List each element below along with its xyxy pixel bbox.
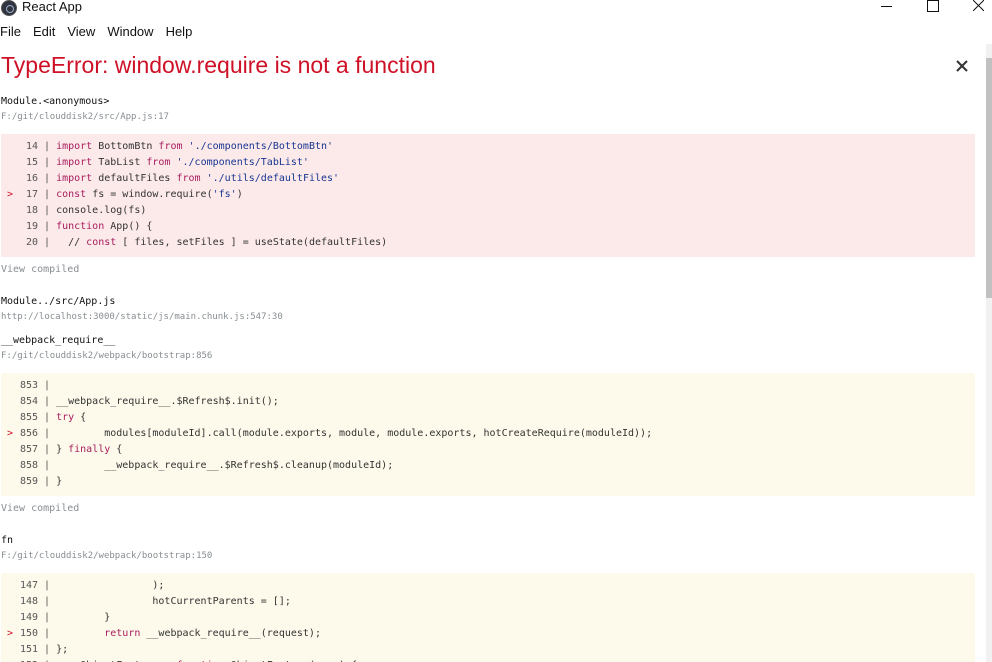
stack-frame-function: __webpack_require__: [1, 335, 116, 346]
line-number: 151: [19, 644, 38, 655]
menu-bar: File Edit View Window Help: [0, 24, 204, 42]
code-text: import defaultFiles from './utils/defaul…: [56, 173, 340, 184]
code-text: const fs = window.require('fs'): [56, 189, 243, 200]
menu-file[interactable]: File: [0, 24, 21, 42]
code-line: >17 | const fs = window.require('fs'): [1, 187, 975, 203]
menu-help[interactable]: Help: [166, 24, 193, 42]
code-text: } finally {: [56, 444, 123, 455]
code-line: 151 | };: [1, 642, 975, 658]
title-bar: React App: [0, 0, 992, 17]
line-number: 858: [19, 460, 38, 471]
view-compiled-link[interactable]: View compiled: [1, 503, 79, 514]
line-number: 152: [1, 658, 38, 662]
line-number: 14: [25, 141, 38, 152]
vertical-scrollbar[interactable]: [986, 44, 992, 662]
code-line: >856 | modules[moduleId].call(module.exp…: [1, 426, 975, 442]
line-number: 16: [25, 173, 38, 184]
code-text: hotCurrentParents = [];: [56, 596, 291, 607]
code-text: return __webpack_require__(request);: [104, 628, 321, 639]
code-line: 16 | import defaultFiles from './utils/d…: [1, 171, 975, 187]
code-snippet: 147 | ); 148 | hotCurrentParents = []; 149…: [1, 573, 975, 662]
code-line: 858 | __webpack_require__.$Refresh$.clea…: [1, 458, 975, 474]
menu-view[interactable]: View: [67, 24, 95, 42]
line-number: 147: [19, 580, 38, 591]
code-line: 19 | function App() {: [1, 219, 975, 235]
line-number: 855: [19, 412, 38, 423]
code-line: 15 | import TabList from './components/T…: [1, 155, 975, 171]
view-compiled-link[interactable]: View compiled: [1, 264, 79, 275]
highlight-marker: >: [7, 189, 14, 200]
code-line: 859 | }: [1, 474, 975, 490]
window-title: React App: [22, 0, 82, 14]
dismiss-error-button[interactable]: [954, 57, 970, 73]
line-number: 854: [19, 396, 38, 407]
stack-frame-location[interactable]: F:/git/clouddisk2/webpack/bootstrap:856: [1, 351, 212, 361]
error-overlay: TypeError: window.require is not a funct…: [0, 44, 986, 662]
menu-window[interactable]: Window: [107, 24, 153, 42]
highlight-marker: >: [7, 428, 14, 439]
code-text: __webpack_require__.$Refresh$.cleanup(mo…: [56, 460, 394, 471]
code-text: import BottomBtn from './components/Bott…: [56, 141, 334, 152]
code-line: 853 |: [1, 378, 975, 394]
line-number: 149: [19, 612, 38, 623]
electron-app-icon: [1, 0, 17, 16]
code-text: function App() {: [56, 221, 153, 232]
code-line: 152 | var ObjectFactory = function Objec…: [1, 658, 975, 662]
code-line: 20 | // const [ files, setFiles ] = useS…: [1, 235, 975, 251]
stack-frame-location[interactable]: http://localhost:3000/static/js/main.chu…: [1, 312, 283, 322]
code-text: console.log(fs): [56, 205, 147, 216]
stack-frame-function: Module../src/App.js: [1, 296, 116, 307]
code-line: 147 | );: [1, 578, 975, 594]
code-text: }: [56, 476, 63, 487]
code-line: 148 | hotCurrentParents = [];: [1, 594, 975, 610]
maximize-button[interactable]: [920, 0, 944, 18]
stack-frame-function: fn: [1, 535, 14, 546]
code-text: };: [56, 644, 69, 655]
code-line: 857 | } finally {: [1, 442, 975, 458]
code-line: 149 | }: [1, 610, 975, 626]
code-line: 18 | console.log(fs): [1, 203, 975, 219]
menu-edit[interactable]: Edit: [33, 24, 55, 42]
window-close-button[interactable]: [966, 0, 990, 18]
stack-frame-function: Module.<anonymous>: [1, 96, 110, 107]
code-text: try {: [56, 412, 87, 423]
code-text: import TabList from './components/TabLis…: [56, 157, 309, 168]
line-number: 15: [25, 157, 38, 168]
code-line: 855 | try {: [1, 410, 975, 426]
code-line: 854 | __webpack_require__.$Refresh$.init…: [1, 394, 975, 410]
error-title: TypeError: window.require is not a funct…: [1, 52, 436, 78]
close-icon: [973, 0, 984, 11]
code-line: 14 | import BottomBtn from './components…: [1, 139, 975, 155]
stack-frame-location[interactable]: F:/git/clouddisk2/webpack/bootstrap:150: [1, 551, 212, 561]
line-number: 859: [19, 476, 38, 487]
code-line: >150 | return __webpack_require__(reques…: [1, 626, 975, 642]
code-text: modules[moduleId].call(module.exports, m…: [56, 428, 653, 439]
code-text: __webpack_require__.$Refresh$.init();: [56, 396, 279, 407]
line-number: 853: [19, 380, 38, 391]
line-number: 148: [19, 596, 38, 607]
highlight-marker: >: [7, 628, 14, 639]
line-number: 19: [25, 221, 38, 232]
close-icon: [956, 60, 968, 72]
line-number: 18: [25, 205, 38, 216]
stack-frame-location[interactable]: F:/git/clouddisk2/src/App.js:17: [1, 112, 169, 122]
scrollbar-thumb[interactable]: [986, 58, 992, 298]
code-text: // const [ files, setFiles ] = useState(…: [56, 237, 388, 248]
minimize-button[interactable]: [875, 0, 899, 18]
code-snippet: 853 | 854 | __webpack_require__.$Refresh…: [1, 373, 975, 496]
line-number: 20: [25, 237, 38, 248]
code-text: }: [56, 612, 111, 623]
code-text: );: [56, 580, 165, 591]
line-number: 857: [19, 444, 38, 455]
code-snippet: 14 | import BottomBtn from './components…: [1, 134, 975, 257]
